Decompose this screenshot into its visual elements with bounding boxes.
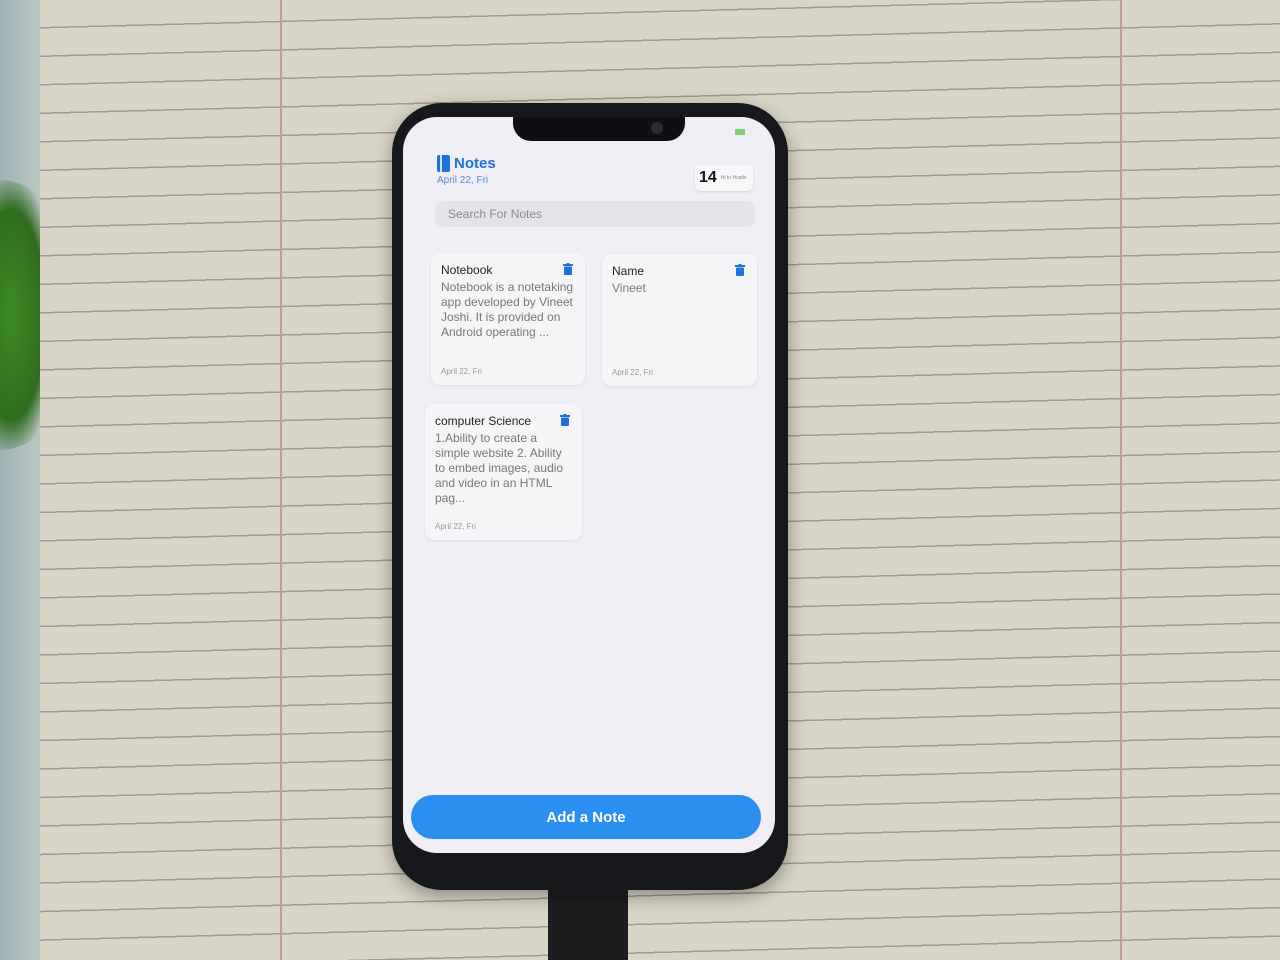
screen-notch xyxy=(513,117,685,141)
app-title: Notes xyxy=(454,155,496,172)
front-camera xyxy=(651,122,663,134)
note-date: April 22, Fri xyxy=(435,522,476,531)
note-card[interactable]: Name Vineet April 22, Fri xyxy=(602,254,757,386)
note-title: Name xyxy=(612,264,645,278)
date-widget: 14 Hi to Hustle xyxy=(695,165,753,191)
paper-margin-line xyxy=(280,0,282,960)
paper-margin-line xyxy=(1120,0,1122,960)
search-input[interactable]: Search For Notes xyxy=(435,201,755,227)
notebook-icon xyxy=(437,155,450,172)
app-header: Notes April 22, Fri xyxy=(437,155,496,186)
note-title: computer Science xyxy=(435,414,532,428)
trash-icon[interactable] xyxy=(560,414,570,426)
battery-icon xyxy=(735,129,745,135)
note-card[interactable]: Notebook Notebook is a notetaking app de… xyxy=(431,253,585,385)
note-date: April 22, Fri xyxy=(441,367,482,376)
search-placeholder: Search For Notes xyxy=(448,207,543,221)
trash-icon[interactable] xyxy=(563,263,573,275)
phone-screen: Notes April 22, Fri 14 Hi to Hustle Sear… xyxy=(403,117,775,853)
note-body: 1.Ability to create a simple website 2. … xyxy=(435,431,564,505)
note-body: Notebook is a notetaking app developed b… xyxy=(441,280,574,339)
header-date: April 22, Fri xyxy=(437,175,489,186)
note-body: Vineet xyxy=(612,281,646,295)
add-note-button[interactable]: Add a Note xyxy=(411,795,761,839)
date-widget-day: 14 xyxy=(699,169,717,186)
trash-icon[interactable] xyxy=(735,264,745,276)
date-widget-greeting: Hi to Hustle xyxy=(720,175,747,181)
charging-cable xyxy=(548,885,628,960)
note-title: Notebook xyxy=(441,263,493,277)
note-date: April 22, Fri xyxy=(612,368,653,377)
note-card[interactable]: computer Science 1.Ability to create a s… xyxy=(425,404,582,540)
